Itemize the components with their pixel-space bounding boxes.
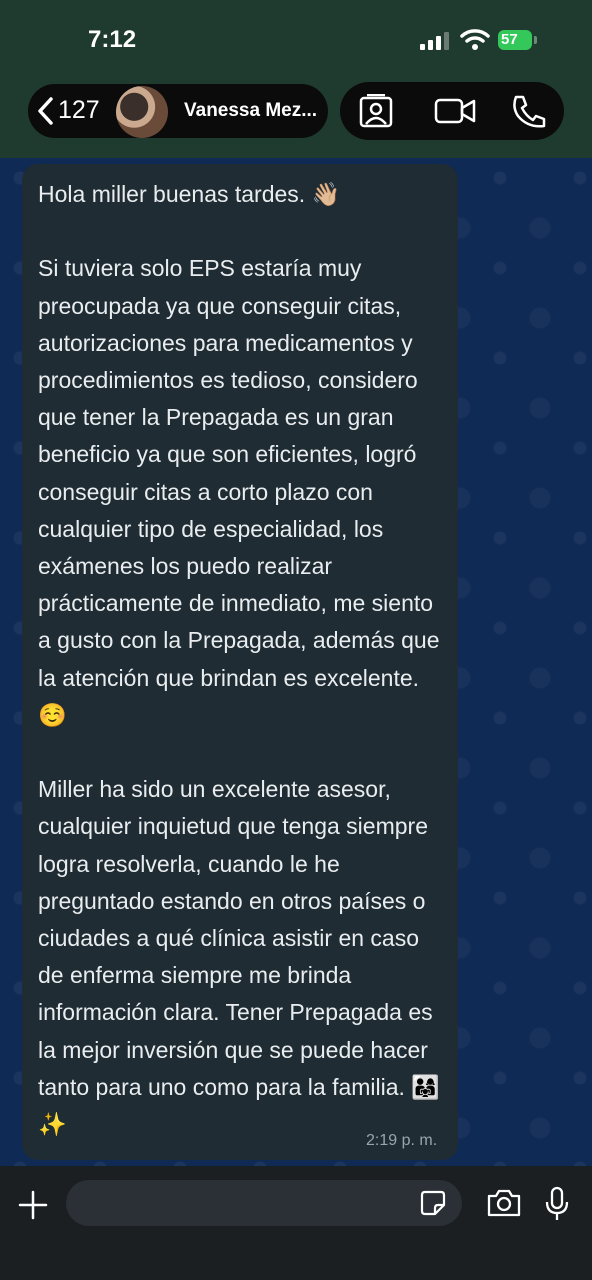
microphone-icon[interactable]: [544, 1186, 570, 1222]
battery-level: 57: [501, 31, 518, 48]
battery-indicator: 57: [498, 30, 532, 50]
message-input[interactable]: [66, 1180, 462, 1226]
contact-avatar[interactable]: [116, 86, 168, 138]
message-text: Hola miller buenas tardes. 👋🏼 Si tuviera…: [38, 181, 440, 1138]
plus-icon[interactable]: [18, 1190, 48, 1220]
wifi-icon: [460, 29, 490, 50]
chevron-left-icon[interactable]: [36, 96, 54, 126]
status-time: 7:12: [88, 26, 137, 53]
battery-cap: [534, 36, 537, 44]
phone-icon[interactable]: [510, 94, 548, 128]
contact-name[interactable]: Vanessa Mez...: [184, 100, 317, 122]
cellular-signal-icon: [420, 32, 449, 50]
sticker-icon[interactable]: [420, 1190, 446, 1216]
contact-card-icon[interactable]: [357, 94, 395, 128]
video-camera-icon[interactable]: [434, 94, 476, 128]
message-timestamp: 2:19 p. m.: [366, 1132, 438, 1149]
camera-icon[interactable]: [486, 1188, 522, 1218]
back-unread-count[interactable]: 127: [58, 96, 100, 125]
